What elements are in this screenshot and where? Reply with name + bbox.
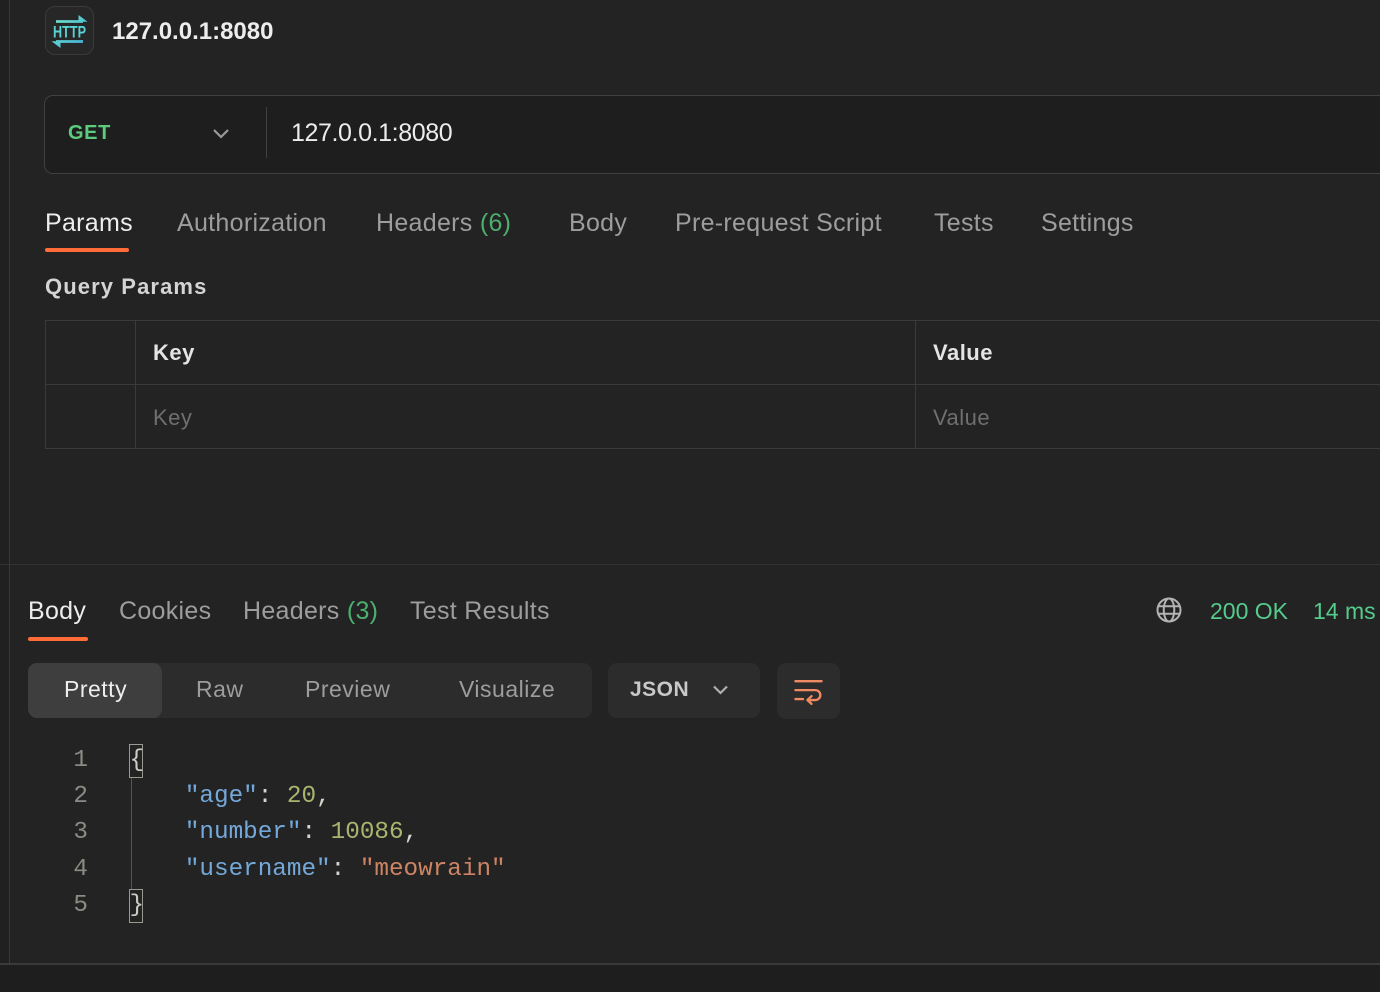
svg-text:HTTP: HTTP xyxy=(53,23,86,42)
